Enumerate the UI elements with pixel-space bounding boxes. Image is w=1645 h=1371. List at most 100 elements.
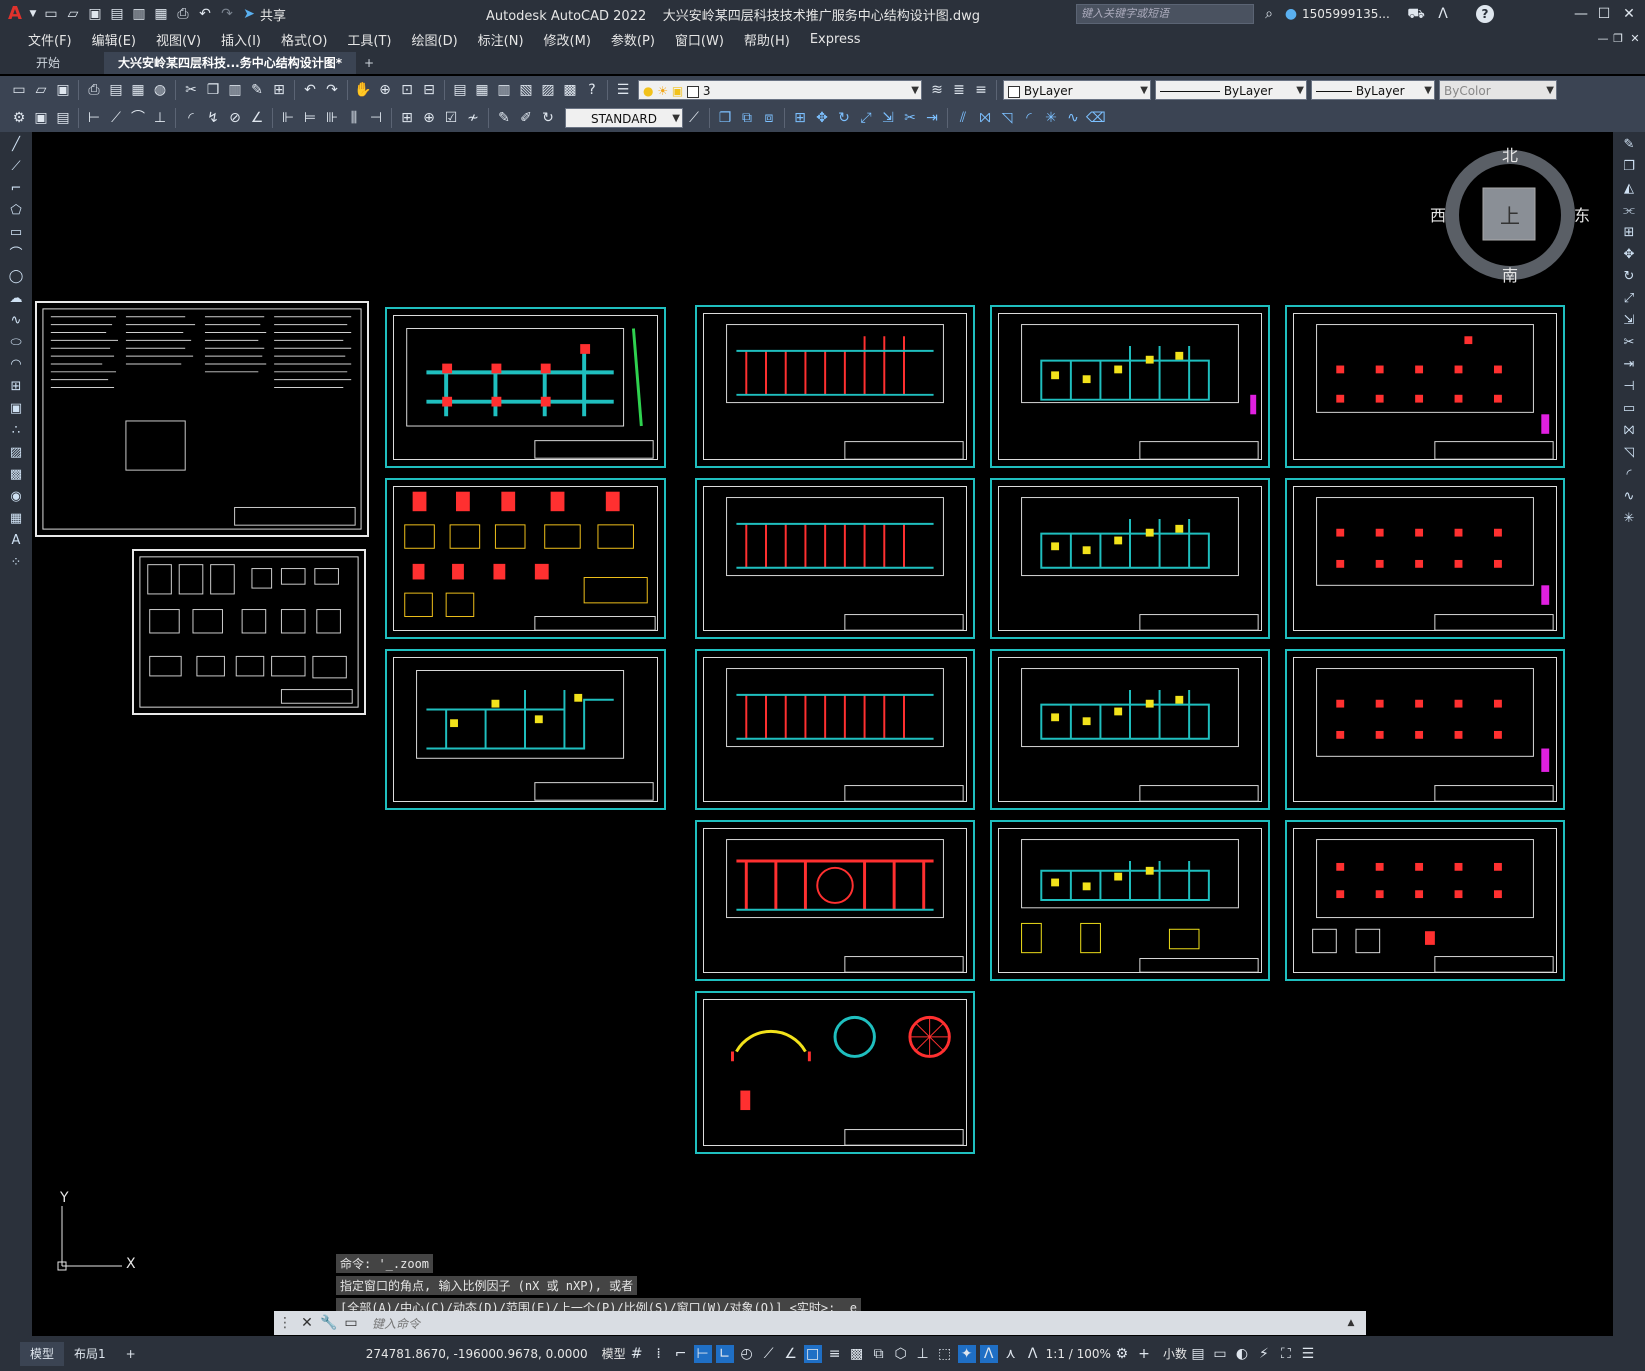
- space-toggle[interactable]: 模型: [602, 1345, 626, 1362]
- offset-icon[interactable]: ⧈: [760, 109, 778, 127]
- cut-icon[interactable]: ✂: [182, 81, 200, 99]
- join-icon[interactable]: ⨝: [1620, 422, 1638, 440]
- plot-icon[interactable]: ⎙: [85, 81, 103, 99]
- infer-icon[interactable]: ⌐: [672, 1345, 690, 1363]
- drawing-sheet-beam-3[interactable]: [695, 649, 975, 810]
- region-icon[interactable]: ◉: [7, 488, 25, 506]
- paste-icon[interactable]: ▥: [226, 81, 244, 99]
- zoom-realtime-icon[interactable]: ⊕: [376, 81, 394, 99]
- quick-properties-icon[interactable]: ▤: [1189, 1345, 1207, 1363]
- design-center-icon[interactable]: ▦: [473, 81, 491, 99]
- break-icon[interactable]: ▭: [1620, 400, 1638, 418]
- doc-restore-icon[interactable]: ❐: [1609, 30, 1627, 48]
- share-icon[interactable]: ➤: [240, 5, 258, 23]
- drawing-sheet-slab-2[interactable]: [990, 478, 1270, 639]
- help-icon[interactable]: ?: [583, 81, 601, 99]
- menu-dimension[interactable]: 标注(N): [468, 30, 534, 49]
- make-block-icon[interactable]: ▣: [7, 400, 25, 418]
- snap-icon[interactable]: ⁞: [650, 1345, 668, 1363]
- quick-dim-icon[interactable]: ⊩: [279, 109, 297, 127]
- viewcube[interactable]: 北 南 西 东 上: [1430, 140, 1590, 300]
- viewcube-east[interactable]: 东: [1574, 202, 1590, 226]
- rotate-icon[interactable]: ↻: [1620, 268, 1638, 286]
- save-icon[interactable]: ▣: [86, 5, 104, 23]
- circle-icon[interactable]: ◯: [7, 268, 25, 286]
- zoom-window-icon[interactable]: ⊡: [398, 81, 416, 99]
- center-mark-icon[interactable]: ⊕: [420, 109, 438, 127]
- tab-layout1[interactable]: 布局1: [64, 1342, 116, 1366]
- lineweight-icon[interactable]: ≡: [826, 1345, 844, 1363]
- blend-icon[interactable]: ∿: [1620, 488, 1638, 506]
- block-editor-icon[interactable]: ⊞: [270, 81, 288, 99]
- grid-icon[interactable]: #: [628, 1345, 646, 1363]
- line-icon[interactable]: ╱: [7, 136, 25, 154]
- construction-line-icon[interactable]: ⟋: [7, 158, 25, 176]
- ellipse-icon[interactable]: ⬭: [7, 334, 25, 352]
- new-file-icon[interactable]: ▭: [42, 5, 60, 23]
- fillet-icon[interactable]: ◜: [1620, 466, 1638, 484]
- graphics-performance-icon[interactable]: ⚡: [1255, 1345, 1273, 1363]
- share-button[interactable]: 共享: [260, 5, 286, 24]
- viewcube-west[interactable]: 西: [1430, 202, 1446, 226]
- drawing-sheet-column-3[interactable]: [1285, 649, 1565, 810]
- plotstyle-dropdown[interactable]: ByColor ▼: [1439, 80, 1557, 100]
- tab-model[interactable]: 模型: [20, 1341, 65, 1366]
- erase-icon[interactable]: ✎: [1620, 136, 1638, 154]
- customize-icon[interactable]: 🔧: [320, 1314, 338, 1332]
- add-selected-icon[interactable]: ⁘: [7, 554, 25, 572]
- jogged-linear-icon[interactable]: ≁: [464, 109, 482, 127]
- point-icon[interactable]: ∴: [7, 422, 25, 440]
- lock-ui-icon[interactable]: ▭: [1211, 1345, 1229, 1363]
- selection-filter-icon[interactable]: ⬚: [936, 1345, 954, 1363]
- markup-icon[interactable]: ▨: [539, 81, 557, 99]
- grip-icon[interactable]: ⋮: [276, 1314, 294, 1332]
- osnap-icon[interactable]: □: [803, 1344, 822, 1363]
- move-icon[interactable]: ✥: [1620, 246, 1638, 264]
- copy-object-icon[interactable]: ❐: [716, 109, 734, 127]
- drawing-sheet-beam-1[interactable]: [695, 305, 975, 468]
- 3d-osnap-icon[interactable]: ⬡: [892, 1345, 910, 1363]
- drawing-sheet-column-4[interactable]: [1285, 820, 1565, 981]
- layer-walk-icon[interactable]: ▤: [54, 109, 72, 127]
- drawing-sheet-slab-4[interactable]: [990, 820, 1270, 981]
- ellipse-arc-icon[interactable]: ◠: [7, 356, 25, 374]
- app-logo-icon[interactable]: A: [6, 5, 24, 23]
- chevron-down-icon[interactable]: ▼: [28, 5, 38, 23]
- layer-state-icon[interactable]: ≡: [972, 81, 990, 99]
- dim-space-icon[interactable]: ⫼: [345, 109, 363, 127]
- annotation-scale-value[interactable]: 1:1 / 100%: [1046, 1347, 1111, 1361]
- ordinate-dim-icon[interactable]: ⊥: [151, 109, 169, 127]
- pan-icon[interactable]: ✋: [354, 81, 372, 99]
- drawing-sheet-notes[interactable]: [35, 301, 369, 537]
- undo-icon[interactable]: ↶: [196, 5, 214, 23]
- menu-window[interactable]: 窗口(W): [665, 30, 734, 49]
- diameter-dim-icon[interactable]: ⊘: [226, 109, 244, 127]
- match-properties-icon[interactable]: ✎: [248, 81, 266, 99]
- viewcube-top-face[interactable]: 上: [1500, 200, 1520, 229]
- 3dprint-icon[interactable]: ◍: [151, 81, 169, 99]
- drawing-sheet-slab-1[interactable]: [990, 305, 1270, 468]
- quickcalc-icon[interactable]: ▩: [561, 81, 579, 99]
- layer-properties-icon[interactable]: ☰: [614, 81, 632, 99]
- dim-style-dropdown[interactable]: STANDARD ▼: [565, 108, 683, 128]
- extend-icon[interactable]: ⇥: [1620, 356, 1638, 374]
- linetype-dropdown[interactable]: ByLayer ▼: [1155, 80, 1307, 100]
- break-at-point-icon[interactable]: ⊣: [1620, 378, 1638, 396]
- drawing-sheet-slab-3[interactable]: [990, 649, 1270, 810]
- mirror-icon[interactable]: ⧉: [738, 109, 756, 127]
- annotation-monitor-icon[interactable]: +: [1135, 1345, 1153, 1363]
- dynamic-input-icon[interactable]: ⊢: [693, 1344, 712, 1363]
- customization-icon[interactable]: ☰: [1299, 1345, 1317, 1363]
- aligned-dim-icon[interactable]: ⟋: [107, 109, 125, 127]
- chevron-up-icon[interactable]: ▲: [1342, 1314, 1360, 1332]
- save-as-icon[interactable]: ▤: [108, 5, 126, 23]
- chamfer-icon[interactable]: ◹: [1620, 444, 1638, 462]
- qnew-icon[interactable]: ▭: [10, 81, 28, 99]
- minimize-icon[interactable]: —: [1572, 5, 1590, 23]
- blend-icon[interactable]: ∿: [1064, 109, 1082, 127]
- offset-icon[interactable]: ⫘: [1620, 202, 1638, 220]
- erase-icon[interactable]: ⌫: [1086, 109, 1106, 127]
- publish-icon[interactable]: ▦: [129, 81, 147, 99]
- search-input[interactable]: 键入关键字或短语: [1076, 4, 1254, 24]
- spline-icon[interactable]: ∿: [7, 312, 25, 330]
